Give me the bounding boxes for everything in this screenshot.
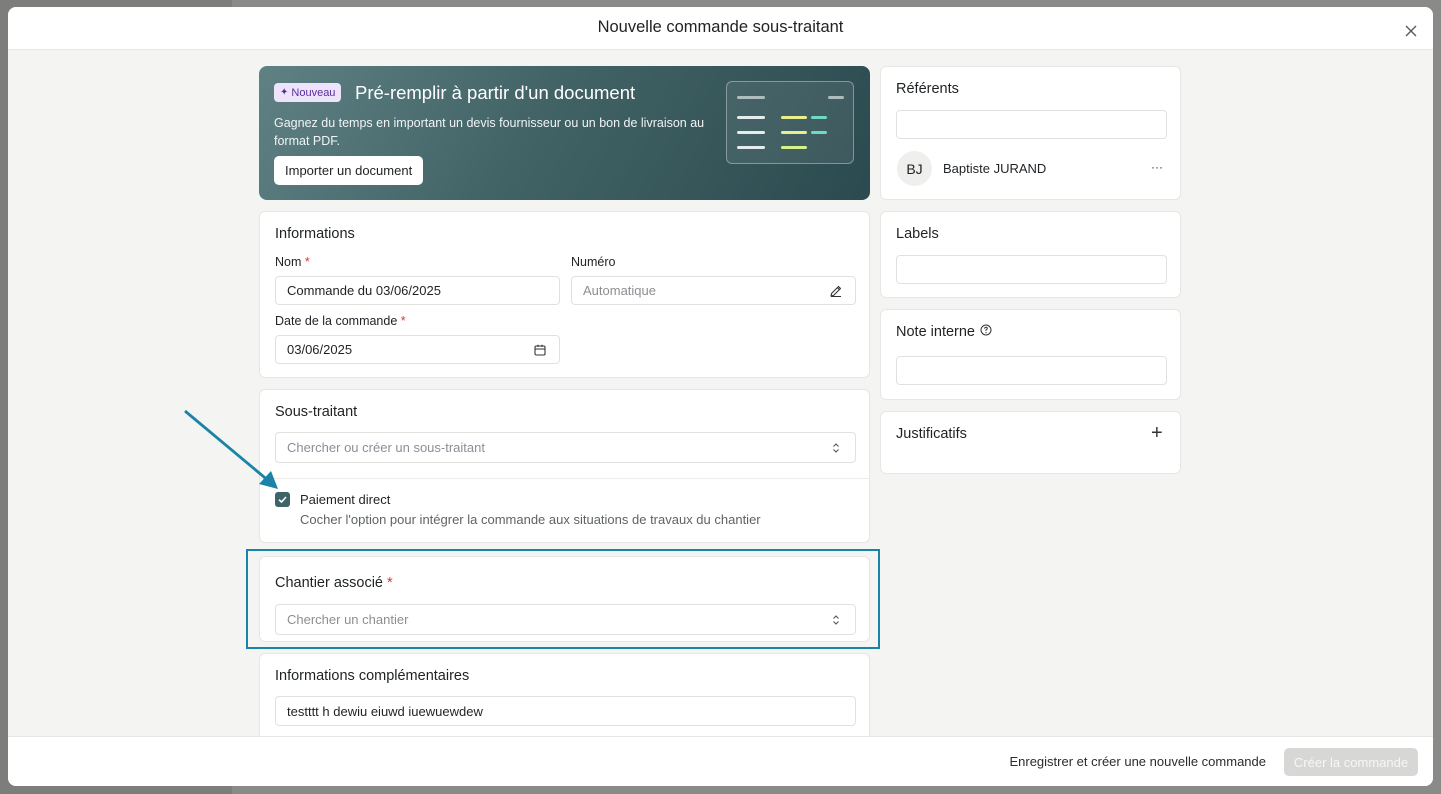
- avatar: BJ: [897, 151, 932, 186]
- required-mark: *: [304, 255, 310, 269]
- paiement-direct-help: Cocher l'option pour intégrer la command…: [300, 512, 761, 527]
- annotation-arrow-icon: [184, 409, 278, 489]
- new-badge-label: Nouveau: [291, 86, 336, 99]
- required-mark: *: [400, 314, 406, 328]
- date-value: 03/06/2025: [287, 342, 353, 357]
- more-icon[interactable]: ···: [1151, 160, 1163, 174]
- sous-traitant-placeholder: Chercher ou créer un sous-traitant: [287, 440, 485, 455]
- chevron-up-down-icon: [829, 441, 843, 455]
- modal-title: Nouvelle commande sous-traitant: [597, 18, 844, 36]
- sous-traitant-select[interactable]: Chercher ou créer un sous-traitant: [275, 432, 856, 463]
- add-justificatif-icon[interactable]: +: [1151, 422, 1163, 445]
- referents-input[interactable]: [896, 110, 1167, 139]
- nom-label: Nom *: [275, 255, 310, 269]
- informations-card: Informations Nom * Commande du 03/06/202…: [259, 211, 870, 378]
- close-icon[interactable]: [1403, 23, 1419, 39]
- create-order-button[interactable]: Créer la commande: [1284, 748, 1418, 776]
- import-document-button[interactable]: Importer un document: [274, 156, 424, 185]
- note-title-text: Note interne: [896, 324, 975, 340]
- referent-name: Baptiste JURAND: [943, 161, 1047, 176]
- sparkle-icon: ✦: [280, 87, 289, 98]
- avatar-initials: BJ: [906, 160, 923, 177]
- informations-title: Informations: [275, 226, 355, 242]
- complementaires-card: Informations complémentaires testttt h d…: [259, 653, 870, 736]
- new-badge: ✦ Nouveau: [274, 83, 342, 102]
- referents-title: Référents: [896, 81, 959, 97]
- complementaires-input[interactable]: testttt h dewiu eiuwd iuewuewdew: [275, 696, 856, 726]
- nom-label-text: Nom: [275, 255, 302, 269]
- modal-header: Nouvelle commande sous-traitant: [8, 7, 1433, 50]
- nom-value: Commande du 03/06/2025: [287, 283, 441, 298]
- complementaires-value: testttt h dewiu eiuwd iuewuewdew: [287, 703, 483, 719]
- prefill-banner: ✦ Nouveau Pré-remplir à partir d'un docu…: [259, 66, 870, 200]
- labels-card: Labels: [880, 211, 1181, 298]
- numero-input[interactable]: Automatique: [571, 276, 856, 305]
- modal-footer: Enregistrer et créer une nouvelle comman…: [8, 736, 1433, 786]
- paiement-direct-label: Paiement direct: [300, 492, 391, 507]
- date-label: Date de la commande *: [275, 314, 406, 328]
- labels-input[interactable]: [896, 255, 1167, 284]
- calendar-icon[interactable]: [533, 343, 547, 357]
- note-title: Note interne: [896, 324, 992, 340]
- sous-traitant-card: Sous-traitant Chercher ou créer un sous-…: [259, 389, 870, 543]
- modal-dialog: Nouvelle commande sous-traitant ✦ Nouvea…: [8, 7, 1433, 786]
- help-circle-icon[interactable]: [980, 324, 992, 340]
- banner-title: Pré-remplir à partir d'un document: [355, 82, 636, 103]
- labels-title: Labels: [896, 226, 939, 242]
- complementaires-title: Informations complémentaires: [275, 668, 470, 684]
- document-illustration-icon: [726, 81, 854, 164]
- modal-body: ✦ Nouveau Pré-remplir à partir d'un docu…: [8, 50, 1433, 736]
- date-input[interactable]: 03/06/2025: [275, 335, 560, 364]
- banner-description: Gagnez du temps en important un devis fo…: [274, 116, 705, 148]
- nom-input[interactable]: Commande du 03/06/2025: [275, 276, 560, 305]
- justificatifs-title: Justificatifs: [896, 426, 967, 442]
- note-card: Note interne: [880, 309, 1181, 400]
- numero-placeholder: Automatique: [583, 283, 656, 298]
- chantier-highlight-frame: [246, 549, 880, 649]
- pencil-icon[interactable]: [829, 284, 843, 298]
- referents-card: Référents BJ Baptiste JURAND ···: [880, 66, 1181, 200]
- note-input[interactable]: [896, 356, 1167, 385]
- save-and-new-button[interactable]: Enregistrer et créer une nouvelle comman…: [1009, 754, 1266, 769]
- numero-label: Numéro: [571, 255, 616, 269]
- divider: [260, 478, 869, 479]
- justificatifs-card: Justificatifs +: [880, 411, 1181, 474]
- date-label-text: Date de la commande: [275, 314, 398, 328]
